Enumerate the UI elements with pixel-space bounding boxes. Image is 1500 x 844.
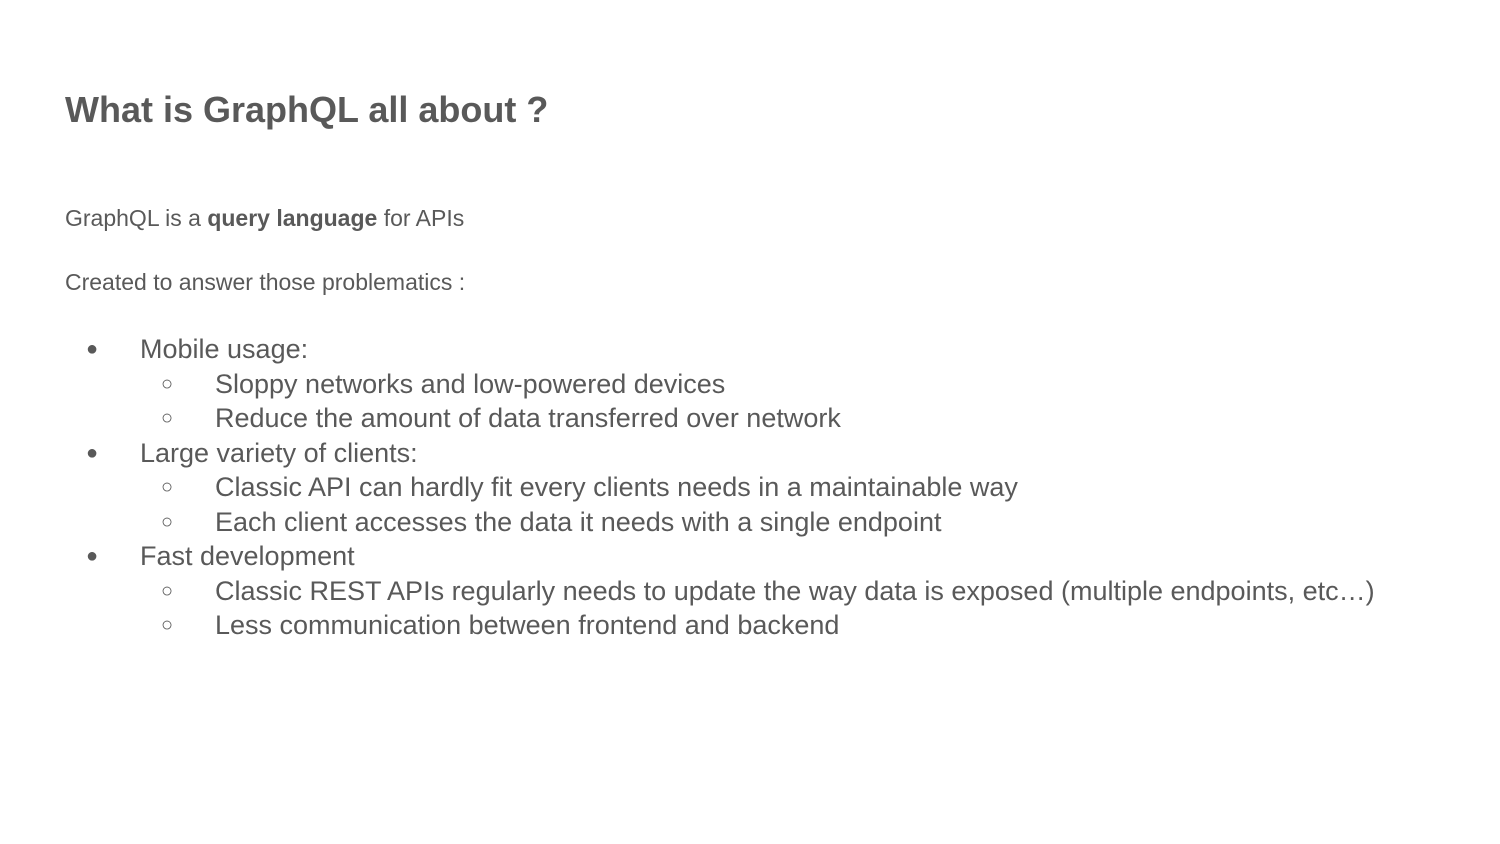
sub-bullet-text: Each client accesses the data it needs w…	[215, 506, 942, 537]
bullet-text: Fast development	[140, 541, 355, 571]
slide: What is GraphQL all about ? GraphQL is a…	[0, 0, 1500, 844]
sub-bullet-item: ○ Classic REST APIs regularly needs to u…	[0, 574, 1500, 609]
sub-bullet-text: Classic REST APIs regularly needs to upd…	[215, 575, 1375, 606]
bullet-circle-icon: ○	[161, 407, 174, 429]
bullet-item: ● Large variety of clients:	[0, 436, 1500, 471]
bullet-dot-icon: ●	[86, 338, 99, 360]
intro-text-bold: query language	[207, 205, 378, 231]
sub-bullet-text: Less communication between frontend and …	[215, 610, 840, 640]
bullet-item: ● Mobile usage:	[0, 332, 1500, 367]
intro-line-definition: GraphQL is a query language for APIs	[65, 203, 464, 233]
sub-bullet-item: ○ Reduce the amount of data transferred …	[0, 401, 1500, 436]
sub-bullet-item: ○ Sloppy networks and low-powered device…	[0, 367, 1500, 402]
intro-text-prefix: GraphQL is a	[65, 205, 208, 231]
sub-bullet-item: ○ Classic API can hardly fit every clien…	[0, 470, 1500, 505]
bullet-circle-icon: ○	[161, 614, 174, 636]
bullet-list: ● Mobile usage: ○ Sloppy networks and lo…	[0, 332, 1500, 643]
bullet-circle-icon: ○	[161, 579, 174, 602]
sub-bullet-item: ○ Each client accesses the data it needs…	[0, 505, 1500, 540]
intro-text-suffix: for APIs	[377, 205, 465, 231]
bullet-item: ● Fast development	[0, 539, 1500, 574]
bullet-text: Large variety of clients:	[140, 437, 418, 468]
intro-line-purpose: Created to answer those problematics :	[65, 269, 466, 295]
slide-title: What is GraphQL all about ?	[65, 89, 549, 130]
bullet-circle-icon: ○	[161, 372, 174, 395]
bullet-text: Mobile usage:	[140, 334, 309, 364]
sub-bullet-text: Reduce the amount of data transferred ov…	[215, 403, 841, 433]
sub-bullet-item: ○ Less communication between frontend an…	[0, 608, 1500, 643]
sub-bullet-text: Classic API can hardly fit every clients…	[215, 472, 1018, 502]
bullet-circle-icon: ○	[161, 510, 174, 533]
bullet-dot-icon: ●	[86, 545, 99, 567]
bullet-circle-icon: ○	[161, 476, 174, 498]
bullet-dot-icon: ●	[86, 441, 99, 464]
sub-bullet-text: Sloppy networks and low-powered devices	[215, 368, 726, 399]
